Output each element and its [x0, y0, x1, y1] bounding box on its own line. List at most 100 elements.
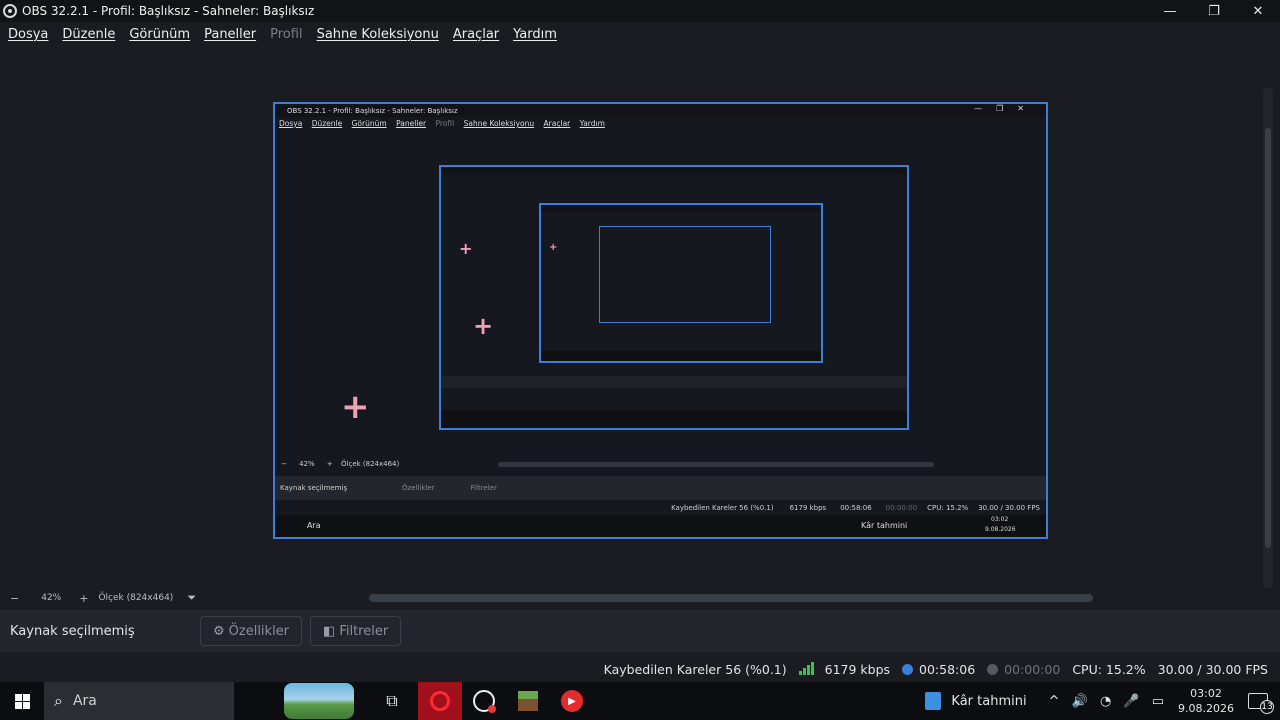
nested2-taskbar	[441, 410, 907, 428]
nested-properties-label: Özellikler	[402, 484, 435, 492]
filters-label: Filtreler	[339, 623, 389, 639]
filter-icon: ◧	[323, 623, 336, 639]
taskbar-search[interactable]: ⌕ Ara	[44, 682, 234, 720]
menu-bar: Dosya Düzenle Görünüm Paneller Profil Sa…	[0, 22, 1280, 46]
search-label: Ara	[72, 693, 97, 709]
nested-menu-tools: Araçlar	[543, 119, 571, 128]
vertical-scrollbar[interactable]	[1263, 88, 1273, 588]
windows-taskbar: ⌕ Ara ⧉ ▶ Kâr tahmini ^ 🔊 ◔ 🎤 ▭ 03:02 9.…	[0, 682, 1280, 720]
menu-edit[interactable]: Düzenle	[62, 27, 115, 42]
task-view-icon[interactable]: ⧉	[370, 682, 414, 720]
nested-rec-time: 00:58:06	[840, 504, 872, 512]
nested-filters-label: Filtreler	[470, 484, 497, 492]
cursor-crosshair-icon: +	[459, 239, 473, 258]
notification-icon[interactable]: 13	[1248, 693, 1274, 714]
search-highlight-image[interactable]	[284, 683, 354, 719]
cursor-crosshair-icon: +	[341, 387, 370, 427]
nested-source-label: Kaynak seçilmemiş	[280, 484, 348, 492]
menu-file[interactable]: Dosya	[8, 27, 48, 42]
windows-logo-icon	[14, 693, 30, 709]
nested-bitrate: 6179 kbps	[789, 504, 827, 512]
nested-stream-time: 00:00:00	[885, 504, 918, 512]
search-icon: ⌕	[54, 691, 63, 710]
zoom-bar: − 42% + Ölçek (824x464) ⏷	[0, 588, 1280, 608]
cpu-usage: CPU: 15.2%	[1072, 661, 1146, 677]
nested-window-controls: —❐✕	[974, 104, 1038, 113]
status-bar: Kaybedilen Kareler 56 (%0.1) 6179 kbps 0…	[0, 656, 1280, 682]
zoom-in-button[interactable]: +	[79, 592, 88, 605]
nested-context-bar: Kaynak seçilmemiş Özellikler Filtreler	[275, 476, 1046, 500]
zoom-dropdown-icon[interactable]: ⏷	[187, 591, 196, 605]
nested-fps: 30.00 / 30.00 FPS	[978, 504, 1040, 512]
close-button[interactable]: ✕	[1236, 0, 1280, 22]
obs-taskbar-icon[interactable]	[462, 682, 506, 720]
nested-menu-bar: Dosya Düzenle Görünüm Paneller Profil Sa…	[279, 119, 612, 128]
nested-zoom-percent: 42%	[299, 460, 315, 468]
youtube-icon[interactable]: ▶	[550, 682, 594, 720]
obs-logo-icon	[3, 4, 17, 18]
filters-button[interactable]: ◧ Filtreler	[310, 616, 402, 646]
properties-button[interactable]: ⚙ Özellikler	[200, 616, 303, 646]
nested-taskbar: Ara Kâr tahmini 03:02 9.08.2026	[275, 515, 1046, 537]
nested-menu-edit: Düzenle	[311, 119, 343, 128]
properties-label: Özellikler	[228, 623, 290, 639]
nested-weather-label: Kâr tahmini	[861, 521, 908, 530]
vertical-scrollbar-thumb[interactable]	[1265, 128, 1271, 548]
signal-strength-icon	[798, 662, 815, 675]
nested-menu-profile: Profil	[435, 119, 455, 128]
restore-button[interactable]: ❐	[1192, 0, 1236, 22]
nested-cpu: CPU: 15.2%	[927, 504, 969, 512]
cursor-crosshair-icon: +	[473, 312, 494, 340]
nested-status-bar: Kaybedilen Kareler 56 (%0.1) 6179 kbps 0…	[275, 504, 1046, 512]
nested-search-label: Ara	[307, 521, 321, 530]
weather-icon	[925, 692, 942, 710]
dropped-frames: Kaybedilen Kareler 56 (%0.1)	[603, 661, 787, 677]
system-tray: Kâr tahmini ^ 🔊 ◔ 🎤 ▭ 03:02 9.08.2026 13	[925, 682, 1280, 720]
nested-menu-help: Yardım	[579, 119, 605, 128]
streaming-time: 00:00:00	[1004, 661, 1061, 677]
notification-count: 13	[1260, 700, 1274, 714]
streaming-status-icon	[987, 663, 999, 675]
nested-date: 9.08.2026	[985, 526, 1016, 533]
window-title: OBS 32.2.1 - Profil: Başlıksız - Sahnele…	[22, 4, 315, 18]
recording-status-icon	[902, 663, 914, 675]
clock[interactable]: 03:02 9.08.2026	[1178, 686, 1234, 716]
nested-preview-capture-level3: +	[539, 203, 823, 363]
title-bar: OBS 32.2.1 - Profil: Başlıksız - Sahnele…	[0, 0, 1280, 22]
weather-widget[interactable]: Kâr tahmini	[925, 692, 1027, 710]
menu-tools[interactable]: Araçlar	[453, 27, 499, 42]
gear-icon: ⚙	[213, 623, 225, 639]
fps: 30.00 / 30.00 FPS	[1157, 661, 1268, 677]
menu-view[interactable]: Görünüm	[129, 27, 190, 42]
nested-title-bar: OBS 32.2.1 - Profil: Başlıksız - Sahnele…	[275, 104, 1046, 117]
menu-help[interactable]: Yardım	[513, 27, 557, 42]
zoom-scale-label: Ölçek (824x464)	[98, 593, 174, 603]
weather-label: Kâr tahmini	[951, 693, 1027, 709]
menu-docks[interactable]: Paneller	[204, 27, 256, 42]
nested-menu-view: Görünüm	[351, 119, 387, 128]
cursor-crosshair-icon: +	[549, 242, 558, 253]
tray-icons[interactable]: ^ 🔊 ◔ 🎤 ▭	[1049, 694, 1168, 709]
nested-preview-capture-level2: + +	[439, 165, 909, 430]
window-controls: — ❐ ✕	[1148, 0, 1280, 22]
minecraft-icon[interactable]	[506, 682, 550, 720]
nested-menu-scene-collection: Sahne Koleksiyonu	[463, 119, 535, 128]
nested3-taskbar	[541, 351, 821, 361]
minimize-button[interactable]: —	[1148, 0, 1192, 22]
nested-zoom-scale: Ölçek (824x464)	[341, 460, 400, 468]
opera-browser-icon[interactable]	[418, 682, 462, 720]
clock-date: 9.08.2026	[1178, 702, 1234, 715]
menu-scene-collection[interactable]: Sahne Koleksiyonu	[317, 27, 439, 42]
zoom-out-button[interactable]: −	[10, 592, 19, 605]
horizontal-scrollbar[interactable]	[369, 594, 1093, 602]
nested-dropped-frames: Kaybedilen Kareler 56 (%0.1)	[671, 504, 774, 512]
nested-preview-capture-level4	[599, 226, 771, 323]
nested-preview-capture: OBS 32.2.1 - Profil: Başlıksız - Sahnele…	[273, 102, 1048, 539]
zoom-percent: 42%	[41, 593, 62, 603]
nested-menu-file: Dosya	[279, 119, 303, 128]
nested2-context-bar	[441, 376, 907, 388]
start-button[interactable]	[0, 682, 44, 720]
context-bar: Kaynak seçilmemiş ⚙ Özellikler ◧ Filtrel…	[0, 610, 1280, 652]
nested-window-title: OBS 32.2.1 - Profil: Başlıksız - Sahnele…	[287, 106, 458, 115]
clock-time: 03:02	[1190, 687, 1222, 700]
